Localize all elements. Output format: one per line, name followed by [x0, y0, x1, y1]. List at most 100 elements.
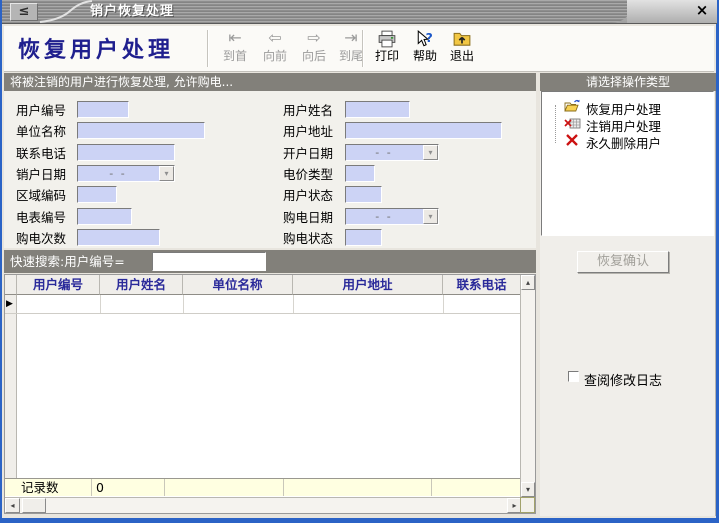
svg-text:?: ? [426, 31, 433, 45]
print-button[interactable]: 打印 [368, 28, 406, 69]
chevron-down-icon[interactable]: ▾ [159, 166, 174, 181]
next-record-icon: ⇨ [295, 28, 333, 48]
field-label-address: 用户地址 [283, 123, 333, 140]
open-date-value: - - [346, 145, 422, 160]
grid-line [443, 295, 444, 313]
first-record-icon: ⇤ [216, 28, 254, 48]
field-label-phone: 联系电话 [16, 145, 66, 162]
nav-next-label: 向后 [295, 48, 333, 64]
scroll-left-icon[interactable]: ◂ [5, 498, 20, 513]
field-label-purchase-date: 购电日期 [283, 209, 333, 226]
grid-line [431, 479, 432, 496]
address-field[interactable] [345, 122, 502, 139]
toolbar-separator [207, 30, 208, 67]
close-date-combo[interactable]: - - ▾ [77, 165, 175, 182]
record-count-value: 0 [96, 479, 104, 496]
operation-type-list[interactable]: 恢复用户处理 注销用户处理 永久删除用户 [541, 91, 714, 236]
grid-line [183, 295, 184, 313]
nav-first-button[interactable]: ⇤ 到首 [216, 28, 254, 69]
titlebar: ≤ 销户恢复处理 × [2, 0, 717, 24]
scroll-down-icon[interactable]: ▾ [521, 482, 535, 497]
grid-line [293, 295, 294, 313]
help-button[interactable]: ? 帮助 [406, 28, 444, 69]
view-log-checkbox[interactable] [568, 371, 579, 382]
restore-confirm-button[interactable]: 恢复确认 [577, 251, 669, 273]
scroll-up-icon[interactable]: ▴ [521, 275, 535, 290]
field-label-region-code: 区域编码 [16, 187, 66, 204]
toolbar: 恢复用户处理 ⇤ 到首 ⇦ 向前 ⇨ 向后 ⇥ 到尾 打印 [4, 26, 714, 72]
horizontal-scrollbar[interactable]: ◂ ▸ [5, 497, 522, 513]
grid-header-user-id[interactable]: 用户编号 [17, 275, 100, 295]
section-header: 将被注销的用户进行恢复处理, 允许购电... [4, 73, 536, 91]
field-label-user-id: 用户编号 [16, 102, 66, 119]
unit-name-field[interactable] [77, 122, 205, 139]
grid-selector-header [5, 275, 17, 295]
prev-record-icon: ⇦ [256, 28, 294, 48]
titlebar-swoosh [38, 0, 94, 23]
window-title: 销户恢复处理 [90, 0, 174, 23]
price-type-field[interactable] [345, 165, 375, 182]
grid-header-phone[interactable]: 联系电话 [443, 275, 521, 295]
grid-line [164, 479, 165, 496]
region-code-field[interactable] [77, 186, 117, 203]
field-label-purchase-status: 购电状态 [283, 230, 333, 247]
grid-header-user-name[interactable]: 用户姓名 [100, 275, 183, 295]
operation-type-header: 请选择操作类型 [540, 73, 716, 91]
grid-body[interactable]: ▶ [5, 295, 520, 478]
grid-line [283, 479, 284, 496]
revoke-grid-icon [564, 115, 581, 131]
user-id-field[interactable] [77, 101, 129, 118]
print-label: 打印 [368, 48, 406, 64]
purchase-status-field[interactable] [345, 229, 382, 246]
field-label-price-type: 电价类型 [283, 166, 333, 183]
user-grid: 用户编号 用户姓名 单位名称 用户地址 联系电话 ▶ 记录数 0 ▴ ▾ [4, 274, 536, 514]
open-folder-icon [564, 98, 581, 114]
purchase-date-value: - - [346, 209, 422, 224]
scrollbar-thumb[interactable] [22, 498, 46, 513]
meter-no-field[interactable] [77, 208, 132, 225]
printer-icon [378, 30, 396, 48]
delete-x-icon [564, 132, 581, 148]
grid-line [5, 313, 520, 314]
nav-next-button[interactable]: ⇨ 向后 [295, 28, 333, 69]
purchase-date-combo[interactable]: - - ▾ [345, 208, 439, 225]
app-logo-icon[interactable]: ≤ [10, 3, 38, 21]
chevron-down-icon[interactable]: ▾ [423, 209, 438, 224]
window-border-bottom [0, 518, 719, 523]
nav-prev-button[interactable]: ⇦ 向前 [256, 28, 294, 69]
grid-header-unit-name[interactable]: 单位名称 [183, 275, 293, 295]
field-label-purchase-count: 购电次数 [16, 230, 66, 247]
vertical-scrollbar[interactable]: ▴ ▾ [520, 275, 535, 497]
purchase-count-field[interactable] [77, 229, 160, 246]
nav-first-label: 到首 [216, 48, 254, 64]
nav-last-button[interactable]: ⇥ 到尾 [332, 28, 370, 69]
close-date-value: - - [78, 166, 158, 181]
last-record-icon: ⇥ [332, 28, 370, 48]
user-status-field[interactable] [345, 186, 382, 203]
app-window: ≤ 销户恢复处理 × 恢复用户处理 ⇤ 到首 ⇦ 向前 ⇨ 向后 ⇥ 到尾 [0, 0, 719, 523]
nav-prev-label: 向前 [256, 48, 294, 64]
page-title: 恢复用户处理 [18, 32, 174, 64]
user-name-field[interactable] [345, 101, 410, 118]
window-border-left [0, 0, 2, 523]
chevron-down-icon[interactable]: ▾ [423, 145, 438, 160]
quick-search-input[interactable] [152, 252, 266, 271]
close-icon[interactable]: × [693, 2, 711, 20]
field-label-user-status: 用户状态 [283, 187, 333, 204]
current-row-marker: ▶ [6, 299, 13, 309]
toolbar-separator [362, 30, 363, 67]
open-date-combo[interactable]: - - ▾ [345, 144, 439, 161]
grid-selector-column: ▶ [5, 295, 17, 478]
exit-label: 退出 [443, 48, 481, 64]
field-label-unit-name: 单位名称 [16, 123, 66, 140]
option-delete-label: 永久删除用户 [586, 133, 661, 152]
exit-button[interactable]: 退出 [443, 28, 481, 69]
help-label: 帮助 [406, 48, 444, 64]
exit-folder-icon [453, 30, 471, 48]
phone-field[interactable] [77, 144, 175, 161]
grid-header-address[interactable]: 用户地址 [293, 275, 443, 295]
view-log-label[interactable]: 查阅修改日志 [584, 370, 662, 389]
grid-footer: 记录数 0 [5, 478, 520, 496]
help-cursor-icon: ? [416, 30, 434, 48]
nav-last-label: 到尾 [332, 48, 370, 64]
